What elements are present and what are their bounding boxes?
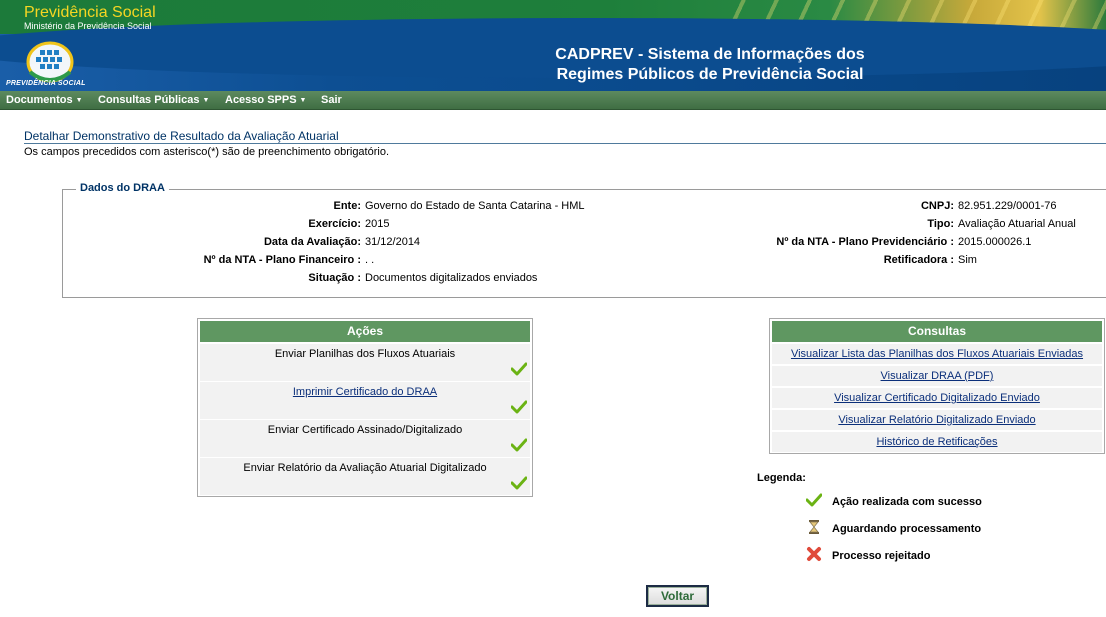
system-title-line1: CADPREV - Sistema de Informações dos	[555, 46, 865, 63]
exercicio-label: Exercício:	[308, 218, 361, 230]
consulta-link-planilhas[interactable]: Visualizar Lista das Planilhas dos Fluxo…	[772, 344, 1102, 364]
imprimir-certificado-link[interactable]: Imprimir Certificado do DRAA	[293, 386, 437, 398]
consultas-panel-header: Consultas	[772, 321, 1102, 342]
brand-title: Previdência Social	[24, 4, 156, 21]
acao-label: Enviar Relatório da Avaliação Atuarial D…	[243, 462, 487, 474]
nta-plano-financeiro-label: Nº da NTA - Plano Financeiro :	[203, 254, 361, 266]
acao-row: Imprimir Certificado do DRAA	[200, 382, 530, 419]
consulta-link-draa-pdf[interactable]: Visualizar DRAA (PDF)	[772, 366, 1102, 386]
menu-label: Acesso SPPS	[225, 94, 297, 106]
menu-acesso-spps[interactable]: Acesso SPPS ▼	[225, 94, 306, 106]
consulta-link-relatorio[interactable]: Visualizar Relatório Digitalizado Enviad…	[772, 410, 1102, 430]
acoes-panel: Ações Enviar Planilhas dos Fluxos Atuari…	[197, 318, 533, 497]
system-title-line2: Regimes Públicos de Previdência Social	[556, 66, 864, 83]
menu-label: Sair	[321, 94, 342, 106]
required-fields-note: Os campos precedidos com asterisco(*) sã…	[24, 146, 390, 158]
chevron-down-icon: ▼	[299, 97, 307, 104]
draa-fieldset-legend: Dados do DRAA	[76, 182, 169, 194]
hourglass-icon	[809, 520, 819, 534]
acao-row: Enviar Relatório da Avaliação Atuarial D…	[200, 458, 530, 495]
tipo-label: Tipo:	[927, 218, 954, 230]
menu-documentos[interactable]: Documentos ▼	[6, 94, 83, 106]
red-x-icon	[807, 547, 821, 561]
retificadora-label: Retificadora :	[883, 254, 954, 266]
check-icon	[806, 493, 822, 507]
brand-subtitle: Ministério da Previdência Social	[24, 21, 152, 31]
system-title: CADPREV - Sistema de Informações dos Reg…	[520, 45, 900, 85]
chevron-down-icon: ▼	[202, 97, 210, 104]
consulta-link-historico[interactable]: Histórico de Retificações	[772, 432, 1102, 452]
exercicio-value: 2015	[365, 218, 390, 230]
acoes-panel-header: Ações	[200, 321, 530, 342]
site-header: Previdência Social Ministério da Previdê…	[0, 0, 1106, 91]
logo-label: PREVIDÊNCIA SOCIAL	[6, 80, 86, 87]
menu-label: Consultas Públicas	[98, 94, 200, 106]
consultas-panel: Consultas Visualizar Lista das Planilhas…	[769, 318, 1105, 454]
legenda-title: Legenda:	[757, 472, 806, 484]
ente-label: Ente:	[333, 200, 362, 212]
chevron-down-icon: ▼	[75, 97, 83, 104]
menu-label: Documentos	[6, 94, 73, 106]
page-title: Detalhar Demonstrativo de Resultado da A…	[24, 129, 339, 143]
retificadora-value: Sim	[958, 254, 977, 266]
situacao-value: Documentos digitalizados enviados	[365, 272, 538, 284]
acao-row: Enviar Certificado Assinado/Digitalizado	[200, 420, 530, 457]
situacao-label: Situação :	[308, 272, 361, 284]
ente-value: Governo do Estado de Santa Catarina - HM…	[365, 200, 585, 212]
check-icon	[511, 362, 527, 376]
data-avaliacao-label: Data da Avaliação:	[263, 236, 361, 248]
cnpj-value: 82.951.229/0001-76	[958, 200, 1057, 212]
nta-plano-previdenciario-value: 2015.000026.1	[958, 236, 1032, 248]
nta-plano-previdenciario-label: Nº da NTA - Plano Previdenciário :	[776, 236, 954, 248]
menu-consultas-publicas[interactable]: Consultas Públicas ▼	[98, 94, 209, 106]
menu-sair[interactable]: Sair	[321, 94, 342, 106]
data-avaliacao-value: 31/12/2014	[365, 236, 421, 248]
check-icon	[511, 438, 527, 452]
acao-row: Enviar Planilhas dos Fluxos Atuariais	[200, 344, 530, 381]
check-icon	[511, 400, 527, 414]
nta-plano-financeiro-value: . .	[365, 254, 375, 266]
legenda-success-label: Ação realizada com sucesso	[832, 496, 982, 508]
acao-label: Enviar Certificado Assinado/Digitalizado	[267, 424, 463, 436]
tipo-value: Avaliação Atuarial Anual	[958, 218, 1076, 230]
cnpj-label: CNPJ:	[920, 200, 954, 212]
acao-label: Enviar Planilhas dos Fluxos Atuariais	[274, 348, 456, 360]
legenda-waiting-label: Aguardando processamento	[832, 523, 982, 535]
voltar-button[interactable]: Voltar	[646, 585, 709, 607]
main-menu-bar: Documentos ▼ Consultas Públicas ▼ Acesso S…	[0, 91, 1106, 110]
title-divider	[24, 143, 1106, 144]
consulta-link-certificado[interactable]: Visualizar Certificado Digitalizado Envi…	[772, 388, 1102, 408]
legenda-rejected-label: Processo rejeitado	[832, 550, 931, 562]
check-icon	[511, 476, 527, 490]
